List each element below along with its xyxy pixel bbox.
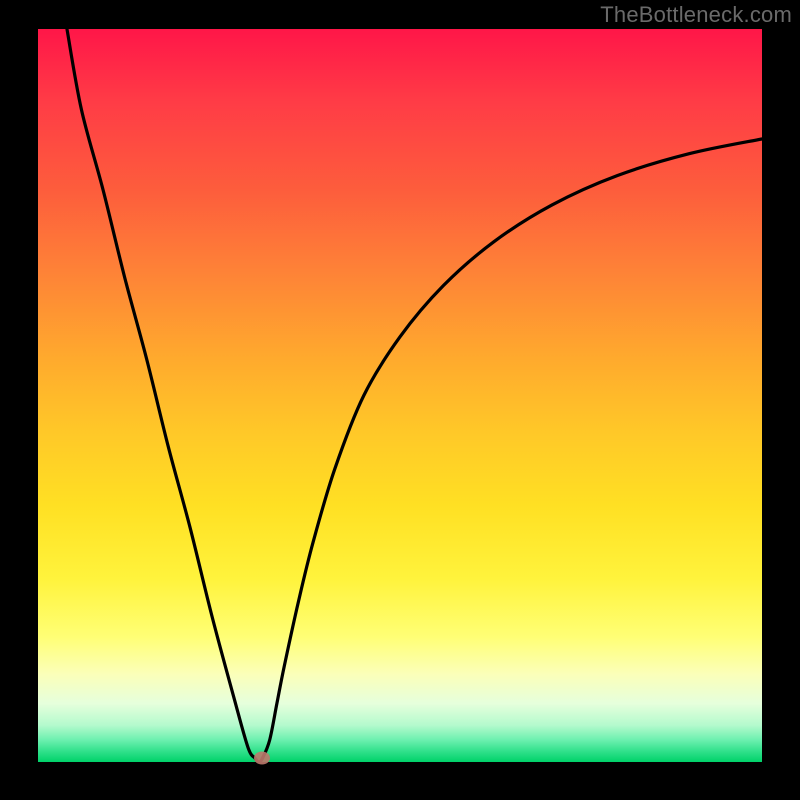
chart-frame: TheBottleneck.com [0, 0, 800, 800]
plot-area [38, 29, 762, 762]
optimal-point-marker [254, 752, 270, 765]
bottleneck-curve [38, 29, 762, 762]
watermark-text: TheBottleneck.com [600, 2, 792, 28]
